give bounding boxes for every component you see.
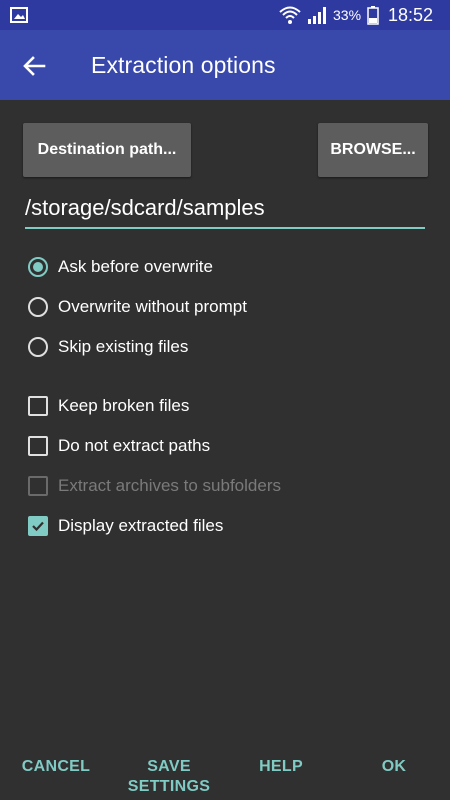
radio-button[interactable] (28, 337, 48, 357)
radio-overwrite-without-prompt[interactable]: Overwrite without prompt (28, 294, 247, 320)
checkbox[interactable] (28, 396, 48, 416)
arrow-left-icon[interactable] (20, 52, 48, 80)
browse-label: BROWSE... (330, 141, 416, 158)
checkbox-keep-broken-files[interactable]: Keep broken files (28, 393, 189, 419)
status-bar: 33% 18:52 (0, 0, 450, 30)
cancel-label: CANCEL (21, 758, 91, 775)
app-bar: Extraction options (0, 30, 450, 100)
checkbox-label: Extract archives to subfolders (58, 476, 281, 495)
radio-ask-before-overwrite[interactable]: Ask before overwrite (28, 254, 213, 280)
cancel-button[interactable]: CANCEL (18, 757, 94, 777)
page-title: Extraction options (91, 52, 276, 78)
save-settings-button[interactable]: SAVE SETTINGS (122, 757, 216, 797)
checkbox[interactable] (28, 516, 48, 536)
radio-label: Overwrite without prompt (58, 297, 247, 316)
checkbox (28, 476, 48, 496)
destination-path-value: /storage/sdcard/samples (25, 195, 265, 220)
checkbox-display-extracted-files[interactable]: Display extracted files (28, 513, 223, 539)
checkbox[interactable] (28, 436, 48, 456)
save-label-line1: SAVE (147, 758, 191, 775)
battery-icon (367, 6, 379, 25)
help-label: HELP (259, 758, 303, 775)
radio-skip-existing-files[interactable]: Skip existing files (28, 334, 188, 360)
checkbox-extract-archives-to-subfolders: Extract archives to subfolders (28, 473, 281, 499)
ok-button[interactable]: OK (372, 757, 416, 777)
radio-button[interactable] (28, 297, 48, 317)
radio-label: Skip existing files (58, 337, 189, 356)
battery-percent: 33% (333, 7, 362, 23)
wifi-icon (279, 6, 301, 24)
destination-path-label: Destination path... (37, 141, 177, 158)
checkmark-icon (32, 521, 44, 532)
status-time: 18:52 (388, 5, 434, 25)
image-icon (10, 7, 28, 23)
radio-button[interactable] (28, 257, 48, 277)
radio-label: Ask before overwrite (58, 257, 213, 276)
ok-label: OK (381, 758, 407, 775)
destination-path-button[interactable]: Destination path... (23, 123, 191, 177)
checkbox-do-not-extract-paths[interactable]: Do not extract paths (28, 433, 210, 459)
browse-button[interactable]: BROWSE... (318, 123, 428, 177)
checkbox-label: Keep broken files (58, 396, 190, 415)
checkbox-label: Do not extract paths (58, 436, 211, 455)
destination-path-field[interactable]: /storage/sdcard/samples (25, 193, 425, 229)
help-button[interactable]: HELP (250, 757, 312, 777)
save-label-line2: SETTINGS (127, 778, 211, 795)
checkbox-label: Display extracted files (58, 516, 224, 535)
signal-icon (308, 7, 326, 24)
